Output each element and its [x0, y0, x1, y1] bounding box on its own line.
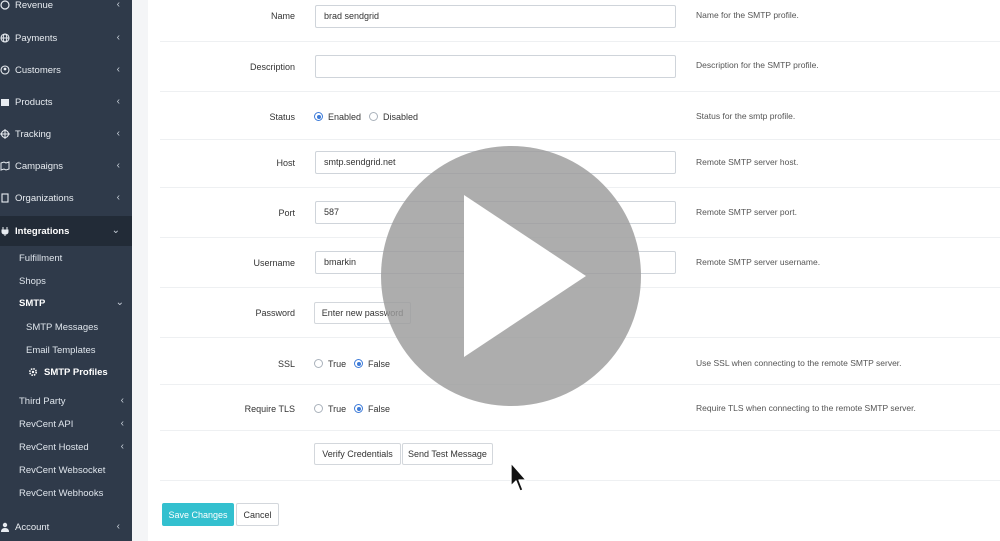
plug-icon: [1, 227, 9, 236]
sidebar-item-revcent-websocket[interactable]: RevCent Websocket: [0, 460, 132, 480]
ssl-label: SSL: [277, 359, 295, 369]
sidebar-item-fulfillment[interactable]: Fulfillment: [0, 248, 132, 268]
chevron-left-icon: ‹: [116, 32, 120, 43]
tls-label: Require TLS: [244, 404, 295, 414]
sidebar-item-revcent-webhooks[interactable]: RevCent Webhooks: [0, 483, 132, 503]
chevron-left-icon: ‹: [116, 192, 120, 203]
tls-true-radio[interactable]: [314, 404, 323, 413]
cursor-icon: [510, 462, 527, 492]
status-disabled-label: Disabled: [383, 112, 419, 122]
sidebar-item-third-party[interactable]: Third Party ‹: [0, 391, 132, 411]
description-help: Description for the SMTP profile.: [696, 60, 819, 70]
chevron-left-icon: ‹: [120, 395, 124, 406]
save-changes-button[interactable]: Save Changes: [162, 503, 234, 526]
sidebar-item-smtp-profiles[interactable]: SMTP Profiles: [0, 362, 132, 382]
password-label: Password: [255, 308, 295, 318]
cancel-button[interactable]: Cancel: [236, 503, 279, 526]
username-label: Username: [253, 258, 295, 268]
ssl-true-radio[interactable]: [314, 359, 323, 368]
globe-icon: [0, 33, 10, 43]
sidebar-item-organizations[interactable]: Organizations ‹: [0, 187, 132, 209]
chevron-left-icon: ‹: [116, 128, 120, 139]
sidebar-item-revcent-api[interactable]: RevCent API ‹: [0, 414, 132, 434]
status-help: Status for the smtp profile.: [696, 111, 796, 121]
form-row-actions: [160, 431, 1000, 481]
host-label: Host: [276, 158, 295, 168]
chevron-left-icon: ‹: [120, 418, 124, 429]
sidebar-item-smtp-messages[interactable]: SMTP Messages: [0, 317, 132, 337]
chevron-left-icon: ‹: [116, 160, 120, 171]
gear-icon: [28, 367, 38, 377]
name-label: Name: [270, 11, 295, 21]
port-label: Port: [278, 208, 295, 218]
sidebar-item-revenue[interactable]: Revenue ‹: [0, 0, 132, 16]
crosshair-icon: [0, 129, 10, 139]
sidebar-item-customers[interactable]: Customers ‹: [0, 59, 132, 81]
sidebar-item-account[interactable]: Account ‹: [0, 516, 132, 538]
status-disabled-radio[interactable]: [369, 112, 378, 121]
revenue-icon: [0, 0, 10, 10]
play-icon[interactable]: [380, 145, 642, 407]
verify-credentials-button[interactable]: Verify Credentials: [314, 443, 401, 465]
chevron-left-icon: ‹: [116, 0, 120, 10]
ssl-help: Use SSL when connecting to the remote SM…: [696, 358, 902, 368]
tls-true-label: True: [328, 404, 347, 414]
send-test-message-button[interactable]: Send Test Message: [402, 443, 493, 465]
status-label: Status: [269, 112, 295, 122]
box-icon: [1, 99, 9, 106]
ssl-true-label: True: [328, 359, 347, 369]
chevron-left-icon: ‹: [120, 441, 124, 452]
chevron-down-icon: ⌄: [111, 225, 120, 236]
user-icon: [1, 522, 9, 532]
tls-false-radio[interactable]: [354, 404, 363, 413]
name-field[interactable]: brad sendgrid: [315, 5, 676, 28]
description-label: Description: [249, 62, 295, 72]
chevron-left-icon: ‹: [116, 64, 120, 75]
ssl-false-radio[interactable]: [354, 359, 363, 368]
chevron-left-icon: ‹: [116, 96, 120, 107]
status-enabled-label: Enabled: [328, 112, 362, 122]
sidebar-item-email-templates[interactable]: Email Templates: [0, 340, 132, 360]
user-circle-icon: [0, 65, 10, 75]
sidebar-item-products[interactable]: Products ‹: [0, 91, 132, 113]
description-field[interactable]: [315, 55, 676, 78]
sidebar-item-shops[interactable]: Shops: [0, 271, 132, 291]
map-icon: [0, 161, 10, 171]
chevron-down-icon: ⌄: [115, 297, 124, 308]
host-help: Remote SMTP server host.: [696, 157, 799, 167]
sidebar-item-revcent-hosted[interactable]: RevCent Hosted ‹: [0, 437, 132, 457]
port-help: Remote SMTP server port.: [696, 207, 797, 217]
name-help: Name for the SMTP profile.: [696, 10, 799, 20]
status-enabled-radio[interactable]: [314, 112, 323, 121]
username-help: Remote SMTP server username.: [696, 257, 821, 267]
sidebar-item-campaigns[interactable]: Campaigns ‹: [0, 155, 132, 177]
chevron-left-icon: ‹: [116, 521, 120, 532]
sidebar-item-integrations[interactable]: Integrations ⌄: [0, 216, 132, 246]
gutter: [132, 0, 148, 541]
building-icon: [1, 193, 9, 203]
sidebar-item-payments[interactable]: Payments ‹: [0, 27, 132, 49]
sidebar-item-tracking[interactable]: Tracking ‹: [0, 123, 132, 145]
sidebar-item-smtp[interactable]: SMTP ⌄: [0, 293, 132, 313]
tls-help: Require TLS when connecting to the remot…: [696, 403, 916, 413]
sidebar: Revenue ‹ Payments ‹ Customers ‹ Product…: [0, 0, 132, 541]
